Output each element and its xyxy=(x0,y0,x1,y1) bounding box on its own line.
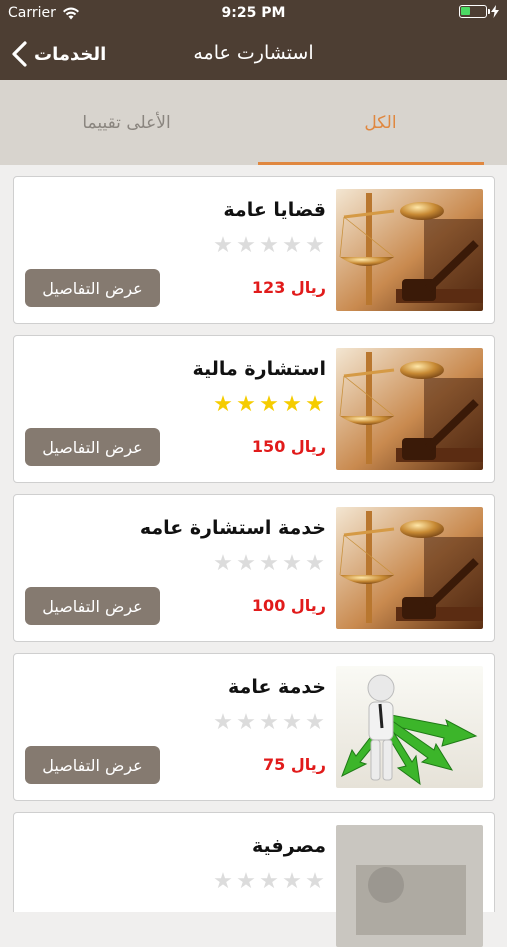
services-list: قضايا عامة ★ ★ ★ ★ ★ 123 ريال عرض التفاصيل ا… xyxy=(13,176,495,947)
star-icon: ★ xyxy=(282,551,302,576)
service-image xyxy=(336,825,483,947)
star-icon: ★ xyxy=(305,233,325,258)
star-icon: ★ xyxy=(305,392,325,417)
star-icon: ★ xyxy=(236,869,256,894)
service-image xyxy=(336,666,483,788)
page-title: استشارت عامه xyxy=(193,42,314,64)
star-icon: ★ xyxy=(259,551,279,576)
rating-stars: ★ ★ ★ ★ ★ xyxy=(212,234,326,258)
star-icon: ★ xyxy=(282,869,302,894)
view-details-button[interactable]: عرض التفاصيل xyxy=(25,269,160,307)
service-title: خدمة عامة xyxy=(228,676,326,698)
rating-stars: ★ ★ ★ ★ ★ xyxy=(212,393,326,417)
tab-top-rated[interactable]: الأعلى تقييما xyxy=(0,80,253,165)
star-icon: ★ xyxy=(259,869,279,894)
star-icon: ★ xyxy=(282,233,302,258)
star-icon: ★ xyxy=(259,710,279,735)
navigation-bar: الخدمات استشارت عامه xyxy=(0,28,507,80)
status-bar: Carrier 9:25 PM xyxy=(0,0,507,28)
charging-bolt-icon xyxy=(491,5,499,18)
view-details-button[interactable]: عرض التفاصيل xyxy=(25,587,160,625)
star-icon: ★ xyxy=(236,551,256,576)
service-title: استشارة مالية xyxy=(192,358,326,380)
service-card: خدمة عامة ★ ★ ★ ★ ★ 75 ريال عرض التفاصيل xyxy=(13,653,495,801)
star-icon: ★ xyxy=(282,710,302,735)
tab-bar: الأعلى تقييما الكل xyxy=(0,80,507,165)
service-price: 75 ريال xyxy=(263,755,326,774)
star-icon: ★ xyxy=(213,392,233,417)
service-card: مصرفية ★ ★ ★ ★ ★ xyxy=(13,812,495,947)
clock: 9:25 PM xyxy=(221,5,286,21)
view-details-button[interactable]: عرض التفاصيل xyxy=(25,428,160,466)
service-price: 100 ريال xyxy=(251,596,326,615)
star-icon: ★ xyxy=(259,233,279,258)
star-icon: ★ xyxy=(213,869,233,894)
service-image xyxy=(336,189,483,311)
star-icon: ★ xyxy=(305,551,325,576)
service-price: 150 ريال xyxy=(251,437,326,456)
star-icon: ★ xyxy=(213,710,233,735)
service-title: قضايا عامة xyxy=(223,199,326,221)
service-title: خدمة استشارة عامه xyxy=(139,517,326,539)
tab-all[interactable]: الكل xyxy=(254,80,507,165)
star-icon: ★ xyxy=(236,710,256,735)
active-tab-indicator xyxy=(258,162,484,165)
battery xyxy=(459,5,499,18)
service-price: 123 ريال xyxy=(251,278,326,297)
battery-icon xyxy=(459,5,490,18)
star-icon: ★ xyxy=(213,233,233,258)
star-icon: ★ xyxy=(213,551,233,576)
star-icon: ★ xyxy=(305,710,325,735)
rating-stars: ★ ★ ★ ★ ★ xyxy=(212,552,326,576)
star-icon: ★ xyxy=(236,233,256,258)
rating-stars: ★ ★ ★ ★ ★ xyxy=(212,870,326,894)
service-title: مصرفية xyxy=(251,835,326,857)
service-image xyxy=(336,348,483,470)
star-icon: ★ xyxy=(282,392,302,417)
view-details-button[interactable]: عرض التفاصيل xyxy=(25,746,160,784)
star-icon: ★ xyxy=(259,392,279,417)
service-card: خدمة استشارة عامه ★ ★ ★ ★ ★ 100 ريال عرض الت… xyxy=(13,494,495,642)
service-card: قضايا عامة ★ ★ ★ ★ ★ 123 ريال عرض التفاصيل xyxy=(13,176,495,324)
rating-stars: ★ ★ ★ ★ ★ xyxy=(212,711,326,735)
star-icon: ★ xyxy=(305,869,325,894)
service-image xyxy=(336,507,483,629)
star-icon: ★ xyxy=(236,392,256,417)
service-card: استشارة مالية ★ ★ ★ ★ ★ 150 ريال عرض التفاصي… xyxy=(13,335,495,483)
